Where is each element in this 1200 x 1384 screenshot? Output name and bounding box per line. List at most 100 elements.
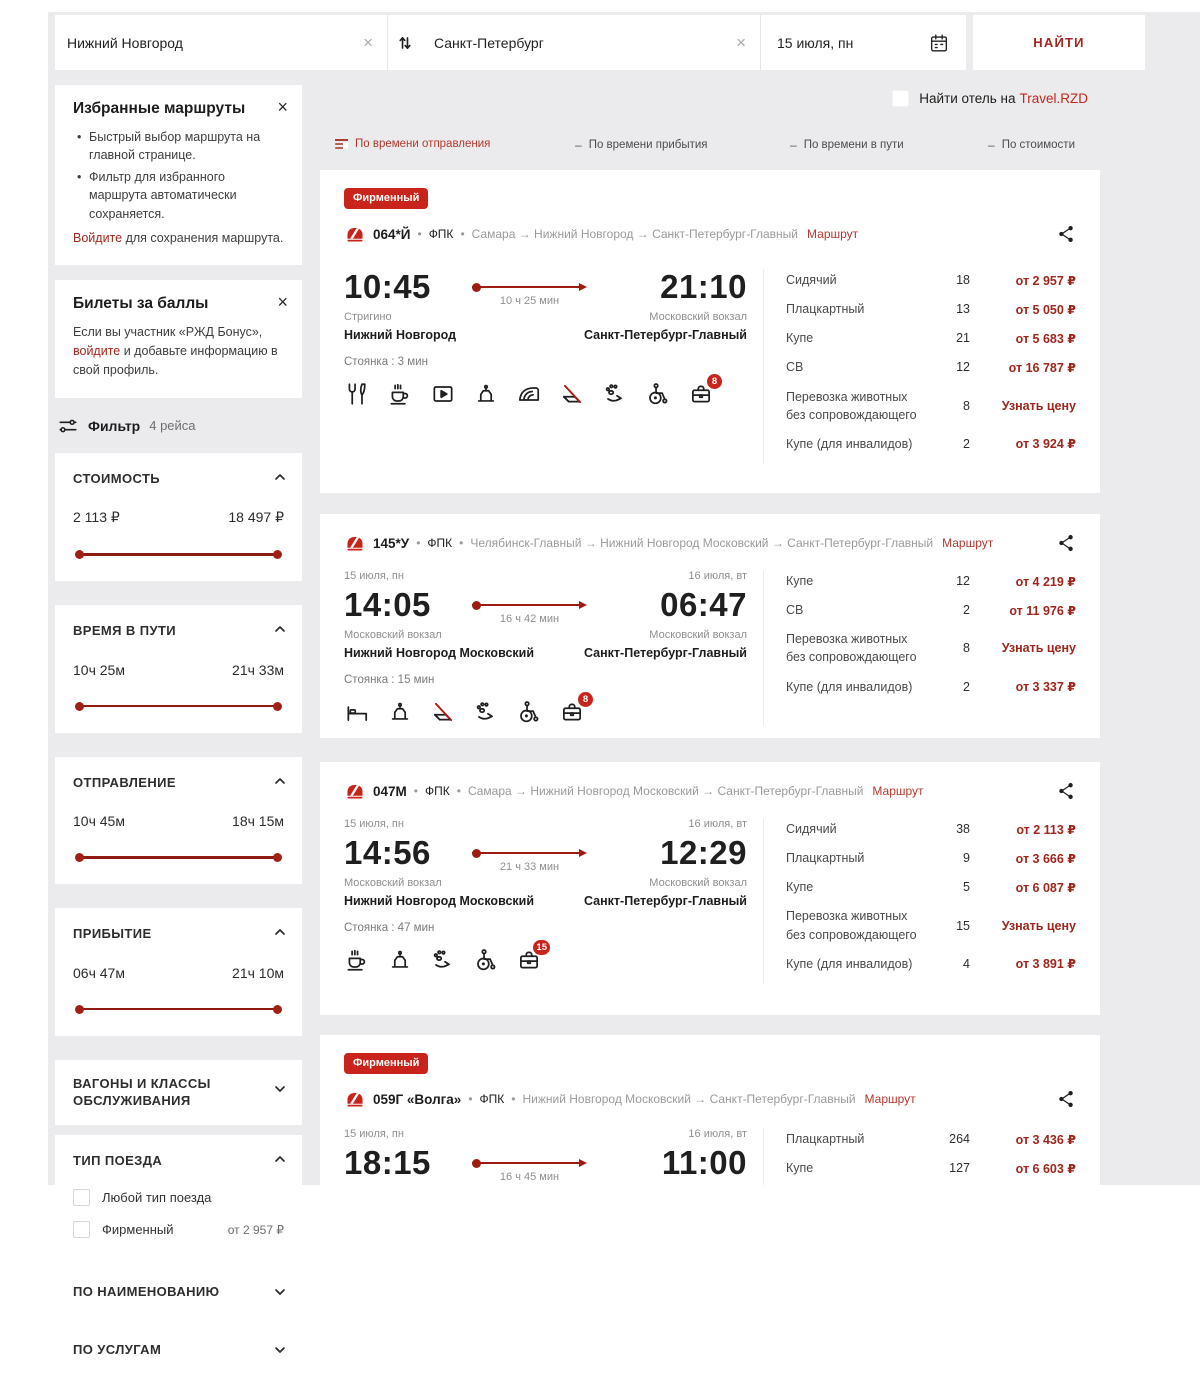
route-link[interactable]: Маршрут <box>942 536 993 550</box>
slider-handle-max[interactable] <box>273 853 282 862</box>
close-icon[interactable]: × <box>277 293 288 311</box>
chevron-up-icon[interactable] <box>274 925 286 937</box>
ask-price-link[interactable]: Узнать цену <box>984 641 1076 655</box>
branded-badge: Фирменный <box>344 1053 428 1074</box>
destination-input[interactable] <box>434 35 734 51</box>
bonus-text: Если вы участник «РЖД Бонус», <box>73 325 262 339</box>
slider-handle-max[interactable] <box>273 550 282 559</box>
class-price: от 3 666 ₽ <box>984 851 1076 866</box>
slider-handle-max[interactable] <box>273 1005 282 1014</box>
route-link[interactable]: Маршрут <box>807 227 858 241</box>
slider-handle-min[interactable] <box>75 1005 84 1014</box>
chevron-up-icon[interactable] <box>274 774 286 786</box>
stop-info: Стоянка : 47 мин <box>344 922 747 934</box>
class-row[interactable]: СВ2от 11 976 ₽ <box>786 601 1076 619</box>
share-icon[interactable] <box>1056 533 1076 553</box>
class-row[interactable]: Купе5от 6 087 ₽ <box>786 878 1076 896</box>
class-row[interactable]: СВ12от 16 787 ₽ <box>786 358 1076 376</box>
chevron-down-icon[interactable] <box>274 1285 286 1297</box>
class-row[interactable]: Перевозка животных без сопровождающего8У… <box>786 388 1076 424</box>
chevron-down-icon[interactable] <box>274 1343 286 1355</box>
class-row[interactable]: Купе21от 5 683 ₽ <box>786 329 1076 347</box>
hotel-checkbox[interactable] <box>892 90 909 107</box>
route-link[interactable]: Маршрут <box>865 1092 916 1106</box>
chevron-up-icon[interactable] <box>274 1152 286 1164</box>
class-row[interactable]: Перевозка животных без сопровождающего15… <box>786 907 1076 943</box>
share-icon[interactable] <box>1056 781 1076 801</box>
destination-field[interactable]: × <box>422 15 760 70</box>
class-row[interactable]: Перевозка животных без сопровождающего8У… <box>786 630 1076 666</box>
class-row[interactable]: Купе12от 4 219 ₽ <box>786 572 1076 590</box>
class-row[interactable]: Купе (для инвалидов)2от 3 337 ₽ <box>786 678 1076 696</box>
close-icon[interactable]: × <box>277 98 288 116</box>
login-link[interactable]: Войдите <box>73 231 122 245</box>
chevron-up-icon[interactable] <box>274 622 286 634</box>
class-seats: 8 <box>924 641 970 655</box>
clear-origin-icon[interactable]: × <box>361 34 375 51</box>
ask-price-link[interactable]: Узнать цену <box>984 399 1076 413</box>
route-arrow <box>472 604 585 606</box>
date-field[interactable]: 15 июля, пн <box>761 15 966 70</box>
price-max: 18 497 ₽ <box>228 509 284 526</box>
filter-wagons-title[interactable]: ВАГОНЫ И КЛАССЫ ОБСЛУЖИВАНИЯ <box>73 1075 284 1110</box>
slider-handle-min[interactable] <box>75 550 84 559</box>
filter-label[interactable]: Фильтр <box>88 418 140 434</box>
trip-duration: 16 ч 45 мин <box>500 1171 559 1183</box>
slider-handle-max[interactable] <box>273 702 282 711</box>
hotel-promo-brand-link[interactable]: Travel.RZD <box>1019 91 1088 106</box>
origin-input[interactable] <box>67 35 361 51</box>
route-link[interactable]: Маршрут <box>872 784 923 798</box>
route-arrow <box>472 852 585 854</box>
class-row[interactable]: Плацкартный264от 3 436 ₽ <box>786 1130 1076 1148</box>
class-name: Сидячий <box>786 820 924 838</box>
chevron-down-icon[interactable] <box>274 1082 286 1094</box>
chevron-up-icon[interactable] <box>274 470 286 482</box>
video-icon <box>430 381 456 407</box>
train-card: 047М •ФПК• Самара → Нижний Новгород Моск… <box>320 762 1100 1015</box>
class-row[interactable]: Купе (для инвалидов)4от 3 891 ₽ <box>786 955 1076 973</box>
filter-arrival-title[interactable]: ПРИБЫТИЕ <box>73 925 284 943</box>
departure-max: 18ч 15м <box>232 813 284 829</box>
clear-destination-icon[interactable]: × <box>734 34 748 51</box>
slider-handle-min[interactable] <box>75 702 84 711</box>
ask-price-link[interactable]: Узнать цену <box>984 919 1076 933</box>
tab-sort-by-arrival[interactable]: – По времени прибытия <box>575 138 708 152</box>
swap-stations-icon[interactable] <box>388 15 422 70</box>
slider-track <box>79 1008 278 1011</box>
slider-handle-min[interactable] <box>75 853 84 862</box>
filter-departure-title[interactable]: ОТПРАВЛЕНИЕ <box>73 774 284 792</box>
class-row[interactable]: Сидячий18от 2 957 ₽ <box>786 271 1076 289</box>
filter-by-services: ПО УСЛУГАМ <box>55 1326 302 1374</box>
any-train-type-checkbox[interactable] <box>73 1189 90 1206</box>
filter-price-title[interactable]: СТОИМОСТЬ <box>73 470 284 488</box>
arrival-time: 11:00 <box>597 1145 747 1181</box>
filter-train-type-title[interactable]: ТИП ПОЕЗДА <box>73 1152 284 1170</box>
tab-sort-by-travel-time[interactable]: – По времени в пути <box>790 138 904 152</box>
find-button[interactable]: НАЙТИ <box>973 15 1145 70</box>
pet-transport-icon <box>602 381 628 407</box>
filter-travel-time-title[interactable]: ВРЕМЯ В ПУТИ <box>73 622 284 640</box>
class-row[interactable]: Плацкартный13от 5 050 ₽ <box>786 300 1076 318</box>
dash-icon: – <box>790 138 797 152</box>
class-row[interactable]: Купе (для инвалидов)2от 3 924 ₽ <box>786 435 1076 453</box>
departure-date: 15 июля, пн <box>344 570 462 585</box>
filter-by-name-title[interactable]: ПО НАИМЕНОВАНИЮ <box>73 1283 284 1301</box>
departure-city: Нижний Новгород Московский <box>344 892 534 911</box>
class-row[interactable]: Плацкартный9от 3 666 ₽ <box>786 849 1076 867</box>
class-row[interactable]: Купе127от 6 603 ₽ <box>786 1159 1076 1177</box>
tab-sort-by-departure[interactable]: По времени отправления <box>335 138 490 150</box>
filter-by-services-title[interactable]: ПО УСЛУГАМ <box>73 1341 284 1359</box>
favorites-bullet: Фильтр для избранного маршрута автоматич… <box>73 168 284 222</box>
share-icon[interactable] <box>1056 1089 1076 1109</box>
class-seats: 264 <box>924 1132 970 1146</box>
calendar-icon[interactable] <box>928 32 950 54</box>
class-row[interactable]: Сидячий38от 2 113 ₽ <box>786 820 1076 838</box>
share-icon[interactable] <box>1056 224 1076 244</box>
origin-field[interactable]: × <box>55 15 387 70</box>
trip-duration: 16 ч 42 мин <box>500 613 559 625</box>
wheelchair-icon <box>473 947 499 973</box>
departure-min: 10ч 45м <box>73 813 125 829</box>
tab-sort-by-price[interactable]: – По стоимости <box>988 138 1075 152</box>
branded-checkbox[interactable] <box>73 1221 90 1238</box>
login-link[interactable]: войдите <box>73 344 120 358</box>
